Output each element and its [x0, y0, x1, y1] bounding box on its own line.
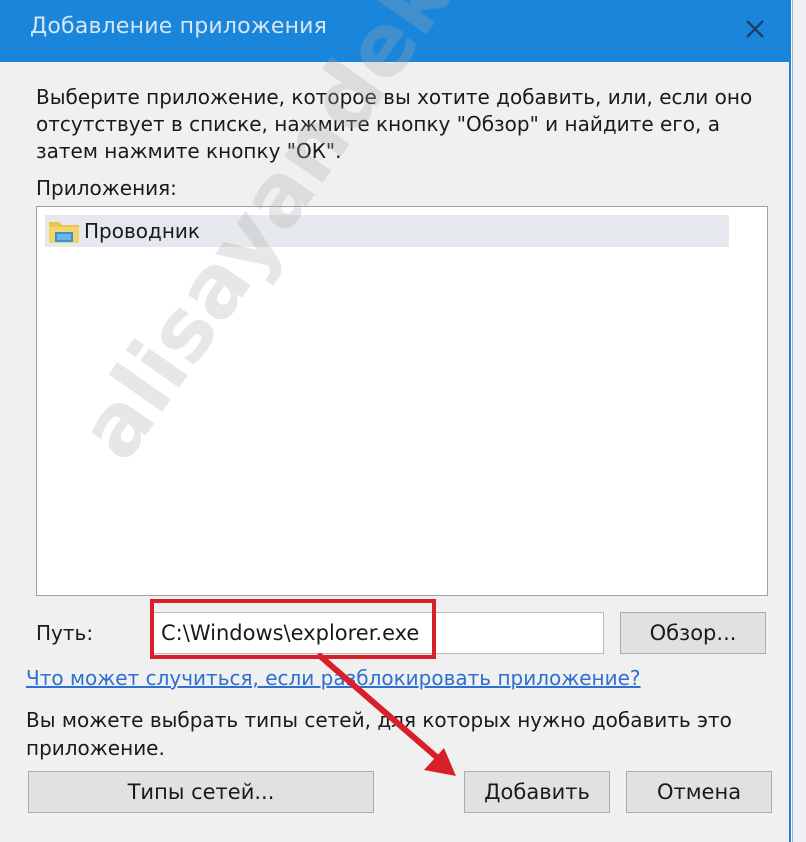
- apps-label: Приложения:: [36, 176, 177, 200]
- list-item-label: Проводник: [84, 219, 200, 243]
- browse-button[interactable]: Обзор...: [620, 612, 766, 654]
- app-list[interactable]: Проводник: [36, 206, 768, 596]
- add-button[interactable]: Добавить: [464, 771, 610, 813]
- network-types-description: Вы можете выбрать типы сетей, для которы…: [26, 708, 732, 760]
- add-app-dialog: Добавление приложения Выберите приложени…: [0, 0, 791, 842]
- list-item[interactable]: Проводник: [45, 215, 729, 247]
- title-bar[interactable]: Добавление приложения: [0, 0, 789, 62]
- close-button[interactable]: [735, 10, 775, 48]
- unblock-info-link[interactable]: Что может случиться, если разблокировать…: [26, 666, 641, 690]
- path-field[interactable]: C:\Windows\explorer.exe: [150, 612, 604, 654]
- cancel-button[interactable]: Отмена: [626, 771, 772, 813]
- close-icon: [746, 20, 764, 38]
- network-types-button[interactable]: Типы сетей...: [28, 771, 374, 813]
- folder-icon: [49, 222, 79, 243]
- instruction-text: Выберите приложение, которое вы хотите д…: [36, 85, 753, 163]
- window-title: Добавление приложения: [30, 14, 328, 39]
- background-window-edge: [792, 0, 806, 842]
- path-value: C:\Windows\explorer.exe: [161, 621, 420, 645]
- path-label: Путь:: [36, 621, 94, 645]
